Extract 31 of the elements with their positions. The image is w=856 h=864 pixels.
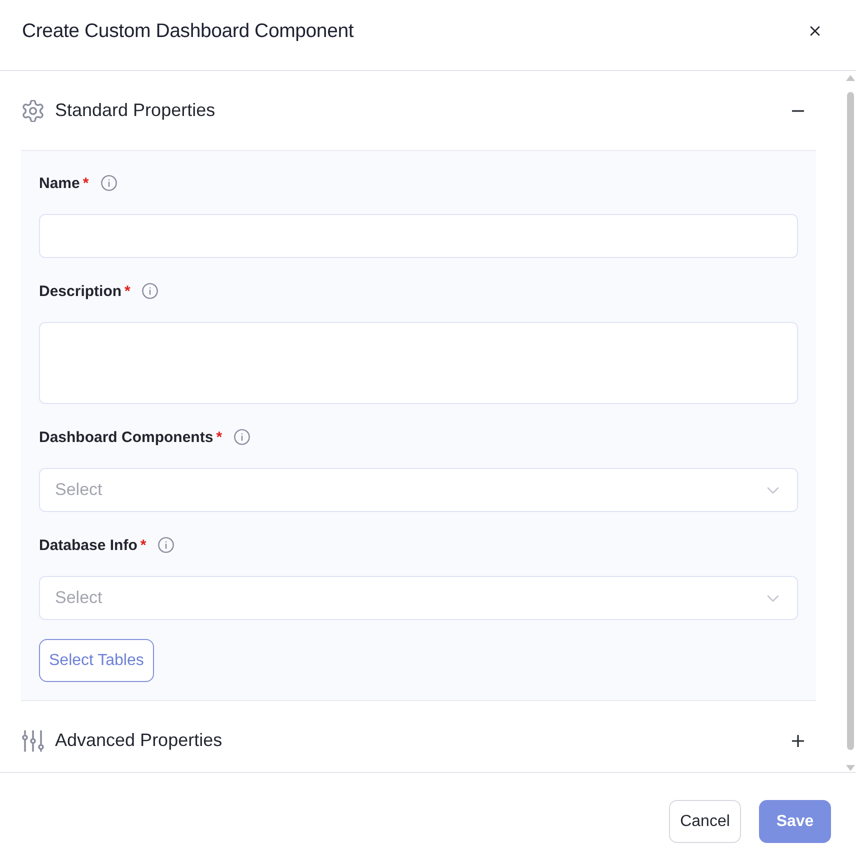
scroll-up-icon[interactable]	[846, 75, 855, 81]
field-label: Database Info	[39, 536, 138, 554]
select-dropdown[interactable]: Select	[39, 468, 798, 512]
scroll-down-icon[interactable]	[846, 765, 855, 771]
required-asterisk: *	[82, 174, 89, 192]
select-tables-button[interactable]: Select Tables	[39, 639, 154, 682]
chevron-down-icon	[767, 594, 779, 602]
dialog-title: Create Custom Dashboard Component	[22, 20, 354, 42]
info-icon[interactable]	[142, 283, 158, 299]
scrollbar-thumb[interactable]	[847, 92, 854, 750]
text-input[interactable]	[39, 214, 798, 258]
plus-icon[interactable]	[792, 734, 804, 746]
required-asterisk: *	[140, 536, 146, 554]
chevron-down-icon	[767, 486, 779, 494]
field-label: Name	[39, 174, 80, 192]
cancel-button[interactable]: Cancel	[669, 800, 741, 843]
textarea-field[interactable]	[39, 322, 798, 404]
section-title[interactable]: Advanced Properties	[55, 730, 222, 751]
field-label: Dashboard Components	[39, 428, 214, 446]
info-icon[interactable]	[234, 429, 250, 445]
section-title[interactable]: Standard Properties	[55, 100, 216, 121]
info-icon[interactable]	[158, 537, 174, 553]
sliders-icon	[22, 730, 44, 752]
info-icon[interactable]	[100, 175, 117, 191]
gear-icon	[22, 100, 44, 122]
required-asterisk: *	[124, 282, 130, 300]
field-label: Description	[39, 282, 122, 300]
required-asterisk: *	[216, 428, 222, 446]
save-button[interactable]: Save	[759, 800, 831, 843]
close-icon[interactable]	[810, 26, 820, 36]
select-dropdown[interactable]: Select	[39, 576, 798, 620]
